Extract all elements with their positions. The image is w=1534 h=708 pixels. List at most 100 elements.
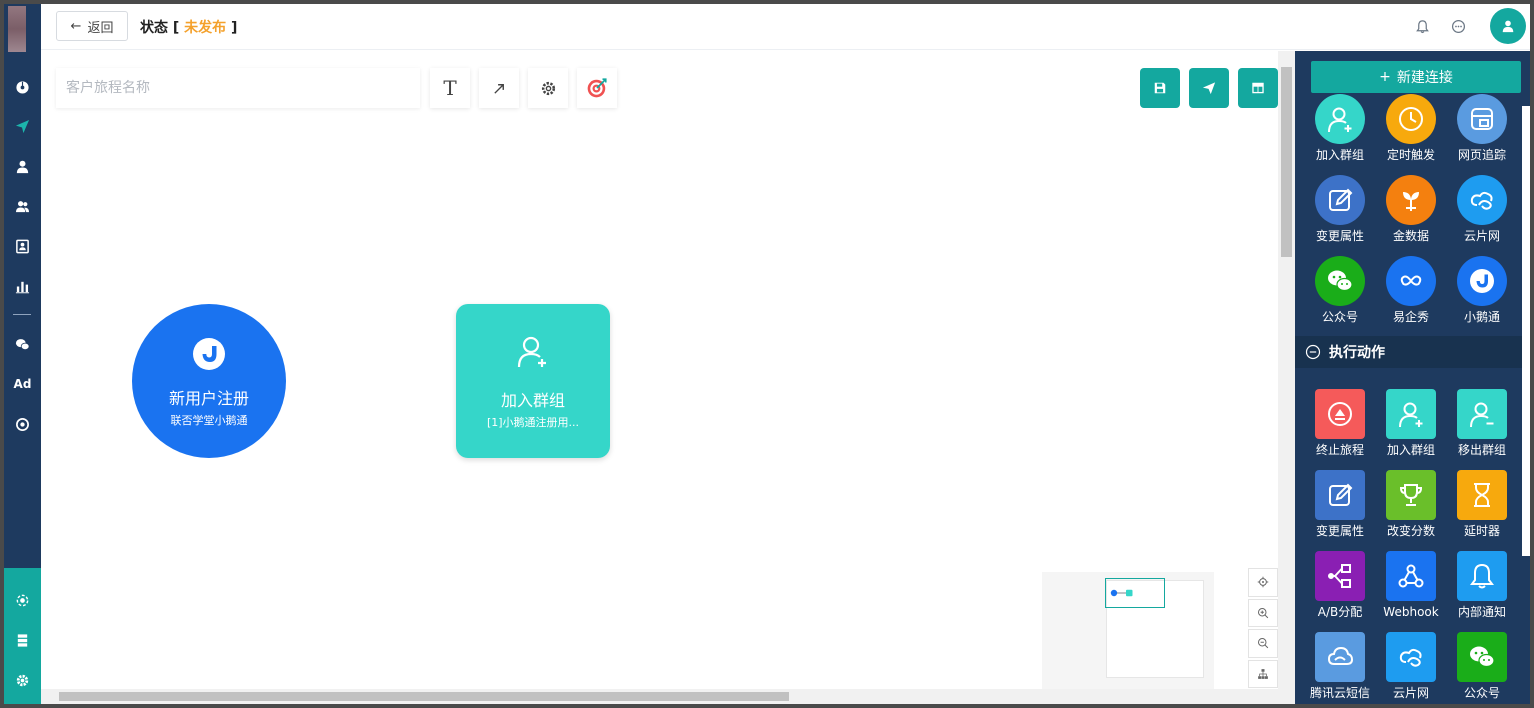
actions-section-header[interactable]: 执行动作 — [1295, 336, 1530, 368]
users-group-icon[interactable] — [4, 194, 41, 218]
palette-item-label: 终止旅程 — [1315, 443, 1364, 457]
left-rail: Ad — [4, 4, 41, 704]
minimap[interactable] — [1042, 572, 1214, 689]
palette-item[interactable]: 小鹅通 — [1447, 256, 1517, 324]
palette-item-label: 加入群组 — [1386, 443, 1435, 457]
bell-icon[interactable] — [1412, 16, 1432, 36]
scrollbar-thumb[interactable] — [59, 692, 789, 701]
trigger-node[interactable]: 新用户注册 联否学堂小鹅通 — [132, 304, 286, 458]
contact-card-icon[interactable] — [4, 234, 41, 258]
status-label: 状态 — [140, 20, 168, 36]
radar-icon[interactable] — [4, 588, 41, 612]
new-connection-label: 新建连接 — [1396, 70, 1453, 86]
text-tool-button[interactable]: T — [430, 68, 470, 108]
settings-tool-button[interactable] — [528, 68, 568, 108]
save-button[interactable] — [1140, 68, 1180, 108]
palette-item-label: 延时器 — [1463, 524, 1500, 538]
collapse-circle-icon — [1305, 344, 1321, 360]
palette-item[interactable]: 云片网 — [1376, 632, 1446, 700]
palette-item-label: 内部通知 — [1457, 605, 1506, 619]
plus-icon: + — [1379, 69, 1391, 85]
stop-icon — [1315, 389, 1365, 439]
palette-item[interactable]: Webhook — [1376, 551, 1446, 619]
node-palette-panel: + 新建连接 加入群组 定时触发 网页追踪 变更属性 金数据 云片网 公众号 易企秀 小鹅通 执… — [1295, 51, 1530, 704]
server-icon[interactable] — [4, 628, 41, 652]
palette-item[interactable]: 变更属性 — [1305, 175, 1375, 243]
gear-icon[interactable] — [4, 668, 41, 692]
dashboard-icon[interactable] — [4, 74, 41, 98]
crosshair-icon — [1257, 577, 1269, 588]
top-bar: ← 返回 状态 [ 未发布 ] — [41, 4, 1530, 50]
palette-item-label: 移出群组 — [1457, 443, 1506, 457]
palette-item[interactable]: 公众号 — [1305, 256, 1375, 324]
bar-chart-icon[interactable] — [4, 274, 41, 298]
palette-item[interactable]: 加入群组 — [1376, 389, 1446, 457]
target-icon[interactable] — [4, 412, 41, 436]
locate-button[interactable] — [1248, 568, 1278, 597]
goal-tool-button[interactable] — [577, 68, 617, 108]
journey-status: 状态 [ 未发布 ] — [140, 20, 238, 36]
palette-item[interactable]: 加入群组 — [1305, 94, 1375, 162]
palette-item[interactable]: 变更属性 — [1305, 470, 1375, 538]
edit-icon — [1315, 175, 1365, 225]
palette-item[interactable]: 移出群组 — [1447, 389, 1517, 457]
action-node-title: 加入群组 — [500, 391, 565, 410]
ad-label[interactable]: Ad — [4, 372, 41, 396]
palette-item[interactable]: 终止旅程 — [1305, 389, 1375, 457]
palette-item[interactable]: 延时器 — [1447, 470, 1517, 538]
edit-icon — [1315, 470, 1365, 520]
palette-item-label: 易企秀 — [1392, 310, 1429, 324]
send-journey-icon[interactable] — [4, 114, 41, 138]
palette-item-label: 定时触发 — [1386, 148, 1435, 162]
wechat-icon[interactable] — [4, 332, 41, 356]
palette-item-label: 小鹅通 — [1463, 310, 1500, 324]
palette-item-label: 腾讯云短信 — [1309, 686, 1370, 700]
actions-section-title: 执行动作 — [1329, 345, 1385, 361]
palette-item[interactable]: A/B分配 — [1305, 551, 1375, 619]
scrollbar-thumb[interactable] — [1281, 67, 1292, 257]
palette-item[interactable]: 改变分数 — [1376, 470, 1446, 538]
journey-name-input[interactable] — [56, 68, 420, 108]
canvas-horizontal-scrollbar[interactable] — [41, 689, 1295, 704]
journey-canvas[interactable]: T 新用户注册 联否学堂小鹅通 加入群组 — [41, 51, 1278, 689]
zoom-in-icon — [1258, 607, 1269, 618]
palette-item-label: 变更属性 — [1315, 229, 1364, 243]
avatar[interactable] — [1490, 8, 1526, 44]
new-connection-button[interactable]: + 新建连接 — [1311, 61, 1521, 93]
webhook-icon — [1386, 551, 1436, 601]
palette-item[interactable]: 易企秀 — [1376, 256, 1446, 324]
layout-button[interactable] — [1238, 68, 1278, 108]
user-icon[interactable] — [4, 154, 41, 178]
palette-item-label: A/B分配 — [1317, 605, 1363, 619]
palette-item[interactable]: 腾讯云短信 — [1305, 632, 1375, 700]
palette-item[interactable]: 云片网 — [1447, 175, 1517, 243]
palette-item[interactable]: 定时触发 — [1376, 94, 1446, 162]
target-goal-icon — [587, 78, 607, 98]
palette-item[interactable]: 金数据 — [1376, 175, 1446, 243]
hourglass-icon — [1457, 470, 1507, 520]
palette-item-label: 加入群组 — [1315, 148, 1364, 162]
zoom-in-button[interactable] — [1248, 598, 1278, 627]
palette-item[interactable]: 公众号 — [1447, 632, 1517, 700]
auto-layout-button[interactable] — [1248, 659, 1278, 688]
wechat-icon — [1315, 256, 1365, 306]
palette-item[interactable]: 内部通知 — [1447, 551, 1517, 619]
chat-icon[interactable] — [1448, 16, 1468, 36]
zoom-out-button[interactable] — [1248, 629, 1278, 658]
gear-icon — [541, 81, 555, 95]
cloud-link-icon — [1386, 632, 1436, 682]
action-node[interactable]: 加入群组 [1]小鹅通注册用... — [456, 304, 610, 458]
minimap-viewport[interactable] — [1105, 578, 1165, 608]
back-button[interactable]: ← 返回 — [56, 11, 128, 41]
publish-button[interactable] — [1189, 68, 1229, 108]
palette-item[interactable]: 网页追踪 — [1447, 94, 1517, 162]
user-avatar-icon — [1502, 20, 1514, 33]
app-logo — [8, 6, 26, 52]
cloud-link-icon — [1457, 175, 1507, 225]
palette-item-label: Webhook — [1383, 605, 1439, 619]
panel-scrollbar[interactable] — [1522, 106, 1530, 556]
arrow-tool-button[interactable] — [479, 68, 519, 108]
zoom-controls — [1248, 568, 1278, 688]
canvas-vertical-scrollbar[interactable] — [1278, 51, 1295, 689]
action-node-subtitle: [1]小鹅通注册用... — [486, 416, 580, 429]
